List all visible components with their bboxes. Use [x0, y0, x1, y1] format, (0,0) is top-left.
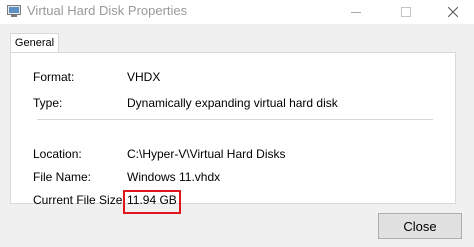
format-value: VHDX [127, 70, 161, 84]
close-icon [448, 7, 458, 17]
maximize-icon [401, 7, 411, 17]
type-value: Dynamically expanding virtual hard disk [127, 96, 338, 110]
format-label: Format: [33, 70, 75, 84]
file-name-label: File Name: [33, 170, 92, 184]
location-label: Location: [33, 147, 82, 161]
tab-general[interactable]: General [10, 33, 59, 54]
app-icon [7, 5, 21, 17]
general-panel: Format: VHDX Type: Dynamically expanding… [10, 52, 456, 214]
close-button[interactable]: Close [378, 213, 462, 239]
minimize-icon [351, 12, 361, 13]
minimize-button[interactable] [336, 0, 376, 24]
location-value: C:\Hyper-V\Virtual Hard Disks [127, 147, 286, 161]
current-file-size-value: 11.94 GB [127, 193, 177, 207]
properties-dialog: Virtual Hard Disk Properties General For… [0, 0, 474, 247]
section-divider [37, 119, 433, 123]
window-title: Virtual Hard Disk Properties [27, 3, 188, 18]
type-label: Type: [33, 96, 63, 110]
file-name-value: Windows 11.vhdx [127, 170, 221, 184]
maximize-button[interactable] [386, 0, 426, 24]
title-bar[interactable]: Virtual Hard Disk Properties [0, 0, 474, 24]
tab-general-label: General [14, 37, 55, 49]
current-file-size-label: Current File Size: [33, 193, 126, 207]
close-window-button[interactable] [433, 0, 473, 24]
